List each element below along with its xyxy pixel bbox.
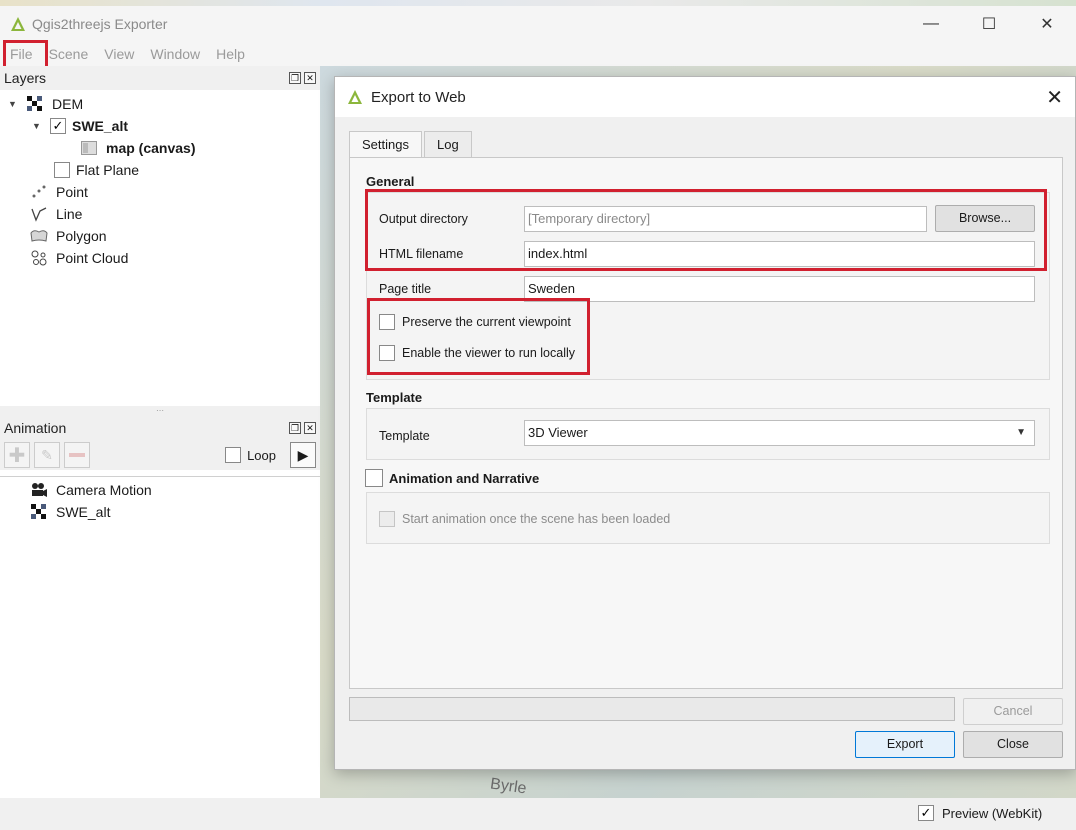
start-animation-checkbox[interactable] [379, 511, 395, 527]
menu-scene[interactable]: Scene [43, 42, 95, 66]
map-layer-icon [80, 140, 98, 156]
animation-panel-title: Animation [4, 420, 67, 436]
window-titlebar: Qgis2threejs Exporter — ☐ ✕ [0, 6, 1076, 42]
remove-keyframe-icon[interactable] [64, 442, 90, 468]
template-label: Template [379, 429, 430, 443]
anim-item-swe-alt[interactable]: SWE_alt [30, 501, 110, 523]
export-button[interactable]: Export [855, 731, 955, 758]
tree-item-dem[interactable]: ▼ DEM [8, 93, 83, 115]
dialog-close-icon[interactable]: ✕ [1046, 85, 1063, 110]
dialog-title: Export to Web [371, 88, 466, 106]
panel-splitter[interactable]: ⋯ [0, 406, 320, 416]
float-panel-icon[interactable]: ❐ [289, 422, 301, 434]
preview-webkit-checkbox[interactable]: ✓ [918, 805, 934, 821]
start-animation-row[interactable]: Start animation once the scene has been … [379, 511, 670, 527]
play-button[interactable]: ▶ [290, 442, 316, 468]
layers-panel: Layers ❐ ✕ ▼ DEM ▼ ✓ SWE_alt map (canvas… [0, 66, 320, 406]
close-panel-icon[interactable]: ✕ [304, 72, 316, 84]
loop-label: Loop [247, 447, 276, 463]
tree-item-line[interactable]: Line [30, 203, 82, 225]
anim-label-camera-motion: Camera Motion [56, 482, 152, 498]
tab-log[interactable]: Log [423, 131, 472, 157]
start-animation-label: Start animation once the scene has been … [402, 512, 671, 526]
anim-label-swe-alt: SWE_alt [56, 504, 111, 520]
qgis-logo-icon [11, 17, 25, 31]
qgis-logo-icon [348, 90, 362, 104]
chevron-down-icon: ▼ [1016, 427, 1026, 438]
float-panel-icon[interactable]: ❐ [289, 72, 301, 84]
animation-panel: Animation ❐ ✕ [0, 416, 320, 798]
maximize-icon[interactable]: ☐ [960, 6, 1018, 42]
menu-window[interactable]: Window [144, 42, 206, 66]
minimize-icon[interactable]: — [902, 6, 960, 42]
polygon-layer-icon [30, 228, 48, 244]
general-heading: General [366, 174, 415, 189]
animation-panel-header: Animation ❐ ✕ [0, 416, 320, 440]
cancel-button[interactable]: Cancel [963, 698, 1063, 725]
flat-plane-checkbox[interactable] [54, 162, 70, 178]
template-selected: 3D Viewer [528, 425, 588, 440]
animation-narrative-row[interactable]: Animation and Narrative [365, 469, 539, 487]
animation-narrative-checkbox[interactable] [365, 469, 383, 487]
checkbox-options-highlight [367, 298, 590, 375]
dem-raster-icon [30, 504, 48, 520]
page-title-input[interactable]: Sweden [524, 276, 1035, 302]
loop-checkbox[interactable] [225, 447, 242, 463]
export-progress-bar [349, 697, 955, 721]
line-layer-icon [30, 206, 48, 222]
tree-label-dem: DEM [52, 96, 84, 112]
point-layer-icon [30, 184, 48, 200]
tree-item-polygon[interactable]: Polygon [30, 225, 107, 247]
close-button[interactable]: Close [963, 731, 1063, 758]
add-keyframe-icon[interactable]: ✚ [4, 442, 30, 468]
menubar: File Scene View Window Help [0, 42, 1076, 66]
tree-item-flat-plane[interactable]: Flat Plane [54, 159, 139, 181]
export-to-web-dialog: Export to Web ✕ Settings Log General Out… [334, 76, 1076, 770]
tree-item-point-cloud[interactable]: Point Cloud [30, 247, 128, 269]
tree-label-swe-alt: SWE_alt [72, 118, 129, 134]
menu-help[interactable]: Help [210, 42, 251, 66]
template-heading: Template [366, 390, 423, 405]
swe-alt-checkbox[interactable]: ✓ [50, 118, 66, 134]
preview-webkit-row[interactable]: ✓ Preview (WebKit) [918, 805, 1042, 821]
animation-toolbar: ✚ ✎ Loop ▶ [0, 440, 320, 470]
expand-caret-icon[interactable]: ▼ [8, 99, 18, 109]
edit-keyframe-icon[interactable]: ✎ [34, 442, 60, 468]
tree-item-map-canvas[interactable]: map (canvas) [80, 137, 195, 159]
camera-icon [30, 482, 48, 498]
tree-item-swe-alt[interactable]: ▼ ✓ SWE_alt [32, 115, 128, 137]
preview-webkit-label: Preview (WebKit) [942, 805, 1043, 821]
close-window-icon[interactable]: ✕ [1018, 6, 1076, 42]
layers-panel-header: Layers ❐ ✕ [0, 66, 320, 90]
dem-raster-icon [26, 96, 44, 112]
point-cloud-icon [30, 250, 48, 266]
tab-settings[interactable]: Settings [349, 131, 422, 158]
window-title: Qgis2threejs Exporter [32, 16, 168, 32]
anim-item-camera-motion[interactable]: Camera Motion [30, 479, 152, 501]
tree-label-point-cloud: Point Cloud [56, 250, 129, 266]
animation-narrative-heading: Animation and Narrative [389, 470, 540, 486]
tree-item-point[interactable]: Point [30, 181, 88, 203]
page-title-label: Page title [379, 282, 432, 296]
template-select[interactable]: 3D Viewer ▼ [524, 420, 1035, 446]
dialog-tabs: Settings Log [349, 131, 474, 158]
tree-label-map-canvas: map (canvas) [106, 140, 196, 156]
tree-label-polygon: Polygon [56, 228, 107, 244]
dialog-titlebar: Export to Web ✕ [335, 77, 1075, 117]
output-settings-highlight [365, 189, 1047, 271]
menu-view[interactable]: View [98, 42, 140, 66]
tree-label-line: Line [56, 206, 83, 222]
close-panel-icon[interactable]: ✕ [304, 422, 316, 434]
tree-label-flat-plane: Flat Plane [76, 162, 140, 178]
statusbar: ✓ Preview (WebKit) [0, 798, 1076, 830]
animation-divider [0, 476, 320, 477]
expand-caret-icon[interactable]: ▼ [32, 121, 42, 131]
tree-label-point: Point [56, 184, 88, 200]
layers-panel-title: Layers [4, 70, 47, 86]
